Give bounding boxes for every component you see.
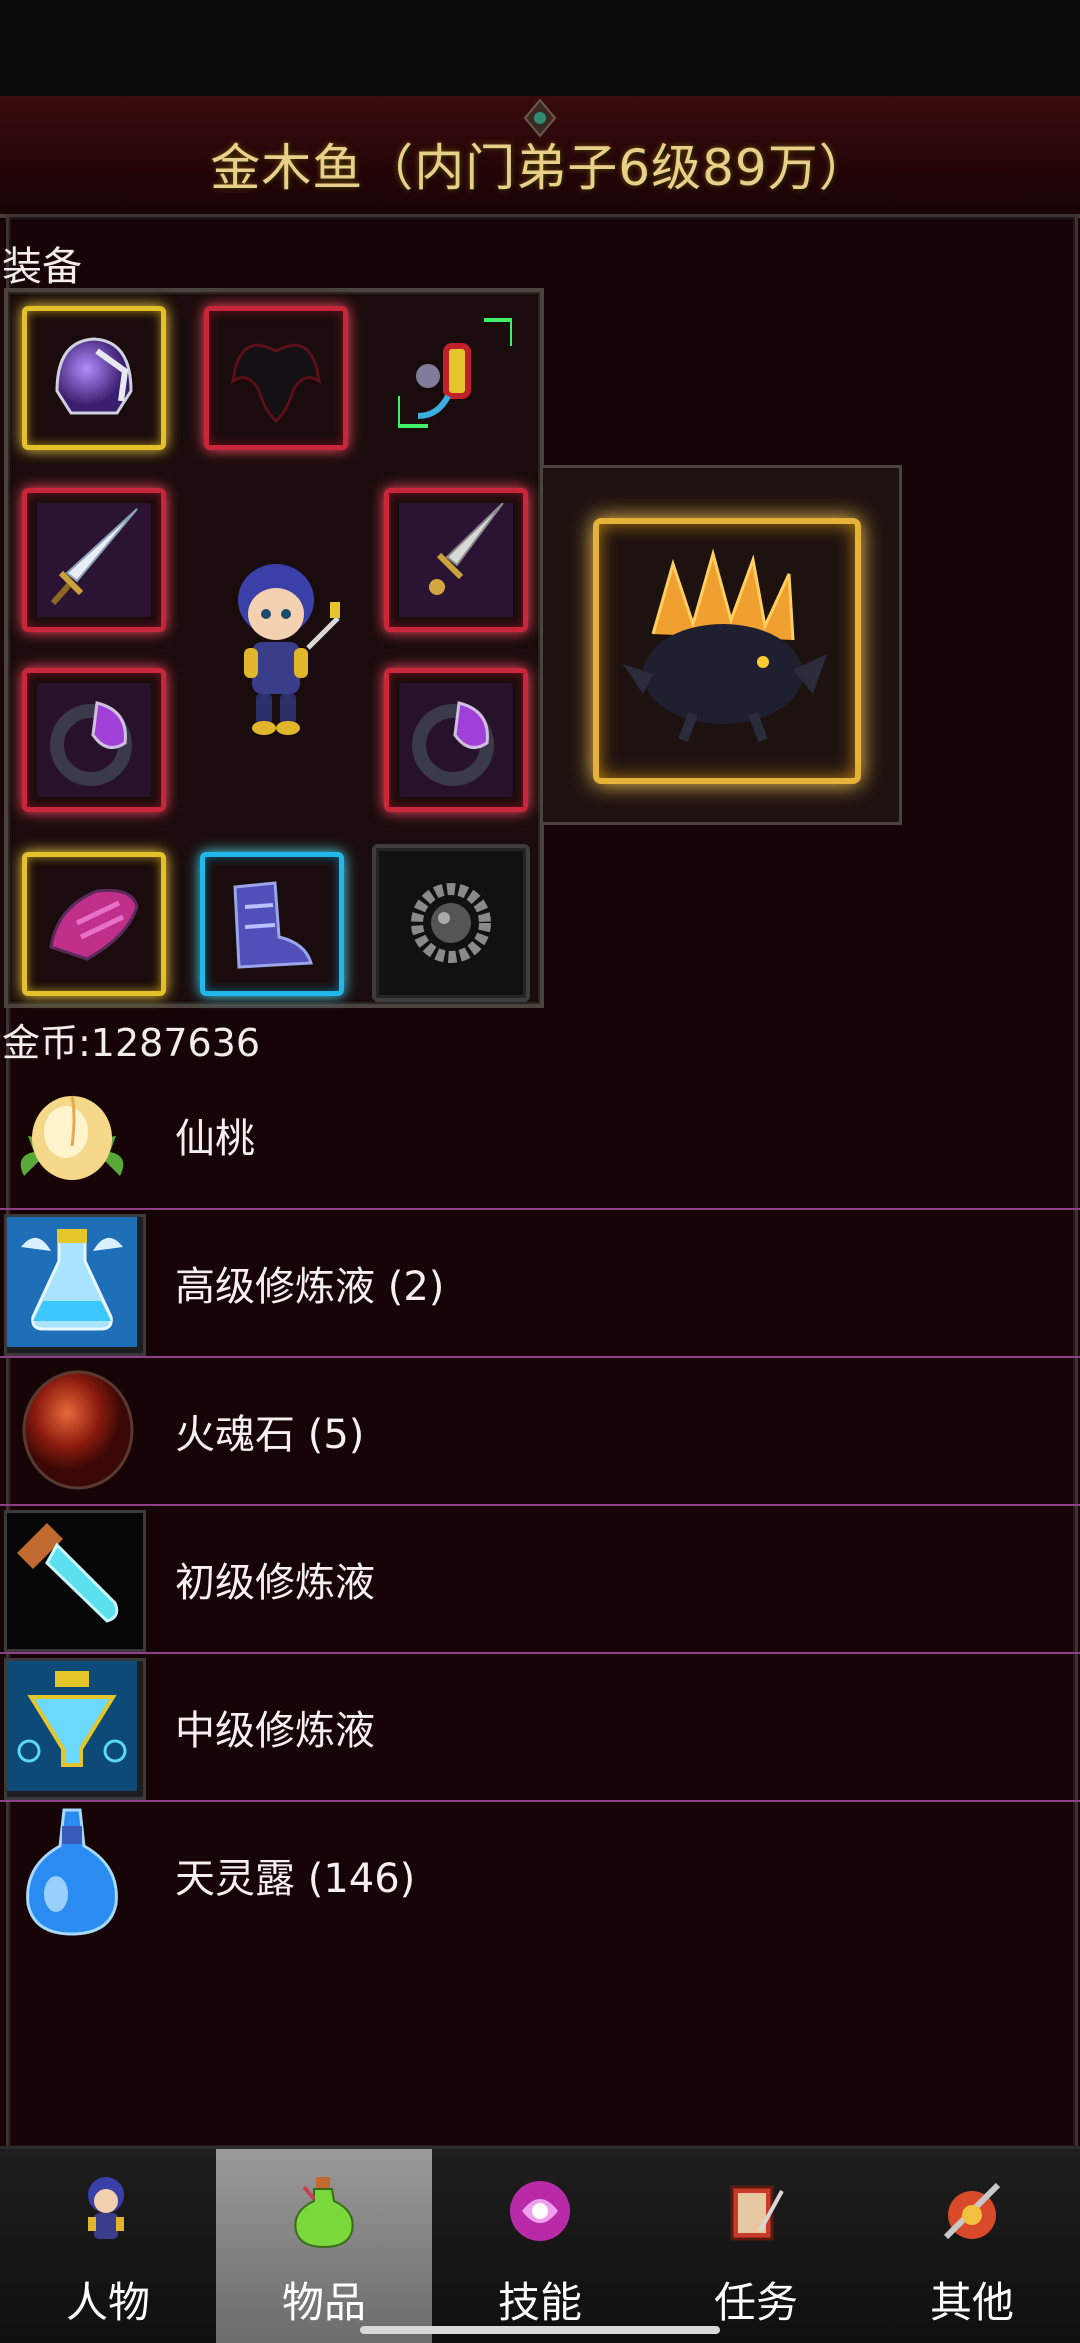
dagger-icon [399,503,513,617]
spirit-dew-icon [26,1808,118,1936]
tab-quests[interactable]: 任务 [648,2149,866,2343]
page-title: 金木鱼（内门弟子6级89万） [210,139,870,197]
gloves-icon [49,888,139,961]
wings-icon [231,343,321,424]
item-icon-frame [4,1806,140,1942]
advanced-potion-icon [7,1217,137,1347]
tab-label: 物品 [281,2278,366,2327]
basic-potion-icon [17,1523,119,1623]
equip-slot-beads[interactable] [372,844,530,1002]
inventory-item-row[interactable]: 仙桃 [0,1062,1080,1210]
tab-label: 其他 [929,2278,1014,2327]
inventory-item-row[interactable]: 天灵露 (146) [0,1802,1080,1948]
character-avatar-icon [238,564,340,735]
item-icon-frame [4,1658,146,1800]
equip-slot-ring-left[interactable] [22,668,166,812]
item-label: 仙桃 [175,1116,255,1162]
equip-slot-sword[interactable] [22,488,166,632]
fire-stone-icon [22,1370,134,1490]
equip-slot-boots[interactable] [200,852,344,996]
pendant-icon [398,318,512,428]
boots-icon [233,881,313,969]
equip-slot-ring-right[interactable] [384,668,528,812]
tab-label: 人物 [65,2278,150,2327]
intermediate-potion-icon [7,1661,137,1791]
tab-label: 任务 [713,2278,798,2327]
beads-icon [411,883,491,963]
pet-slot[interactable] [593,518,861,784]
equip-slot-pendant[interactable] [388,306,522,440]
item-label: 中级修炼液 [175,1708,375,1754]
tab-other[interactable]: 其他 [864,2149,1080,2343]
peach-icon [20,1095,124,1180]
inventory-item-row[interactable]: 高级修炼液 (2) [0,1210,1080,1358]
character-icon [88,2177,124,2239]
tab-skills[interactable]: 技能 [432,2149,650,2343]
tab-character[interactable]: 人物 [0,2149,218,2343]
item-icon-frame [4,1362,140,1498]
helmet-icon [55,337,133,415]
inventory-item-row[interactable]: 初级修炼液 [0,1506,1080,1654]
item-icon-frame [4,1510,146,1652]
ring-icon [37,683,151,797]
equip-slot-dagger[interactable] [384,488,528,632]
items-icon [294,2177,354,2249]
item-icon-frame [4,1066,140,1202]
inventory-item-row[interactable]: 火魂石 (5) [0,1358,1080,1506]
tab-label: 技能 [497,2278,582,2327]
other-icon [943,2182,1001,2240]
skills-icon [510,2181,570,2241]
status-bar [0,0,1080,96]
bottom-navigation: 人物 物品 技能 任务 其他 [0,2146,1080,2343]
equip-slot-wings[interactable] [204,306,348,450]
ring-icon [399,683,513,797]
tab-items[interactable]: 物品 [216,2149,434,2343]
dragon-pet-icon [623,548,827,742]
gold-amount: 金币:1287636 [2,1021,261,1065]
equipment-label: 装备 [2,244,82,290]
item-label: 高级修炼液 (2) [175,1264,445,1310]
item-icon-frame [4,1214,146,1356]
equip-slot-helmet[interactable] [22,306,166,450]
sword-icon [37,503,151,617]
item-label: 火魂石 (5) [175,1412,365,1458]
item-label: 天灵露 (146) [175,1856,416,1902]
home-indicator[interactable] [360,2326,720,2334]
item-label: 初级修炼液 [175,1560,375,1606]
equipment-grid [4,288,544,1008]
quests-icon [730,2185,784,2241]
equip-slot-gloves[interactable] [22,852,166,996]
pet-slot-frame [540,465,902,825]
inventory-item-row[interactable]: 中级修炼液 [0,1654,1080,1802]
